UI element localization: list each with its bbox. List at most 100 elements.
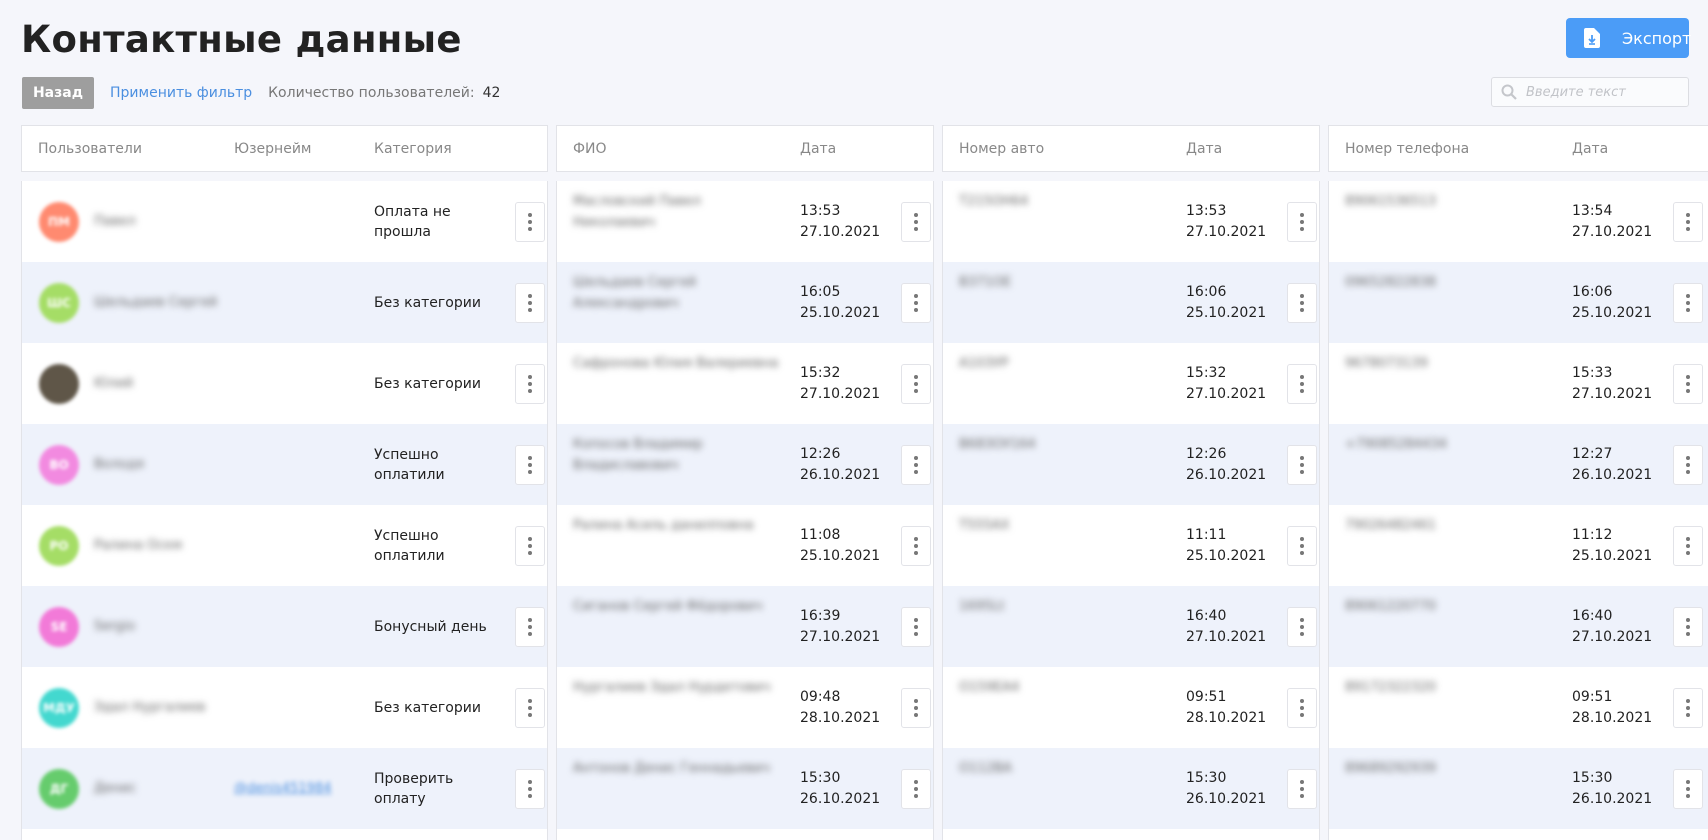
header-category[interactable]: Категория	[374, 141, 452, 157]
table-row[interactable]: Юлий Без категории	[22, 343, 547, 424]
row-menu-button[interactable]	[901, 201, 931, 242]
row-time: 09:51	[1572, 688, 1613, 705]
row-date: 26.10.2021	[1572, 790, 1653, 807]
row-menu-button[interactable]	[515, 363, 545, 404]
row-menu-button[interactable]	[515, 768, 545, 809]
phone-value: +79085284434	[1345, 437, 1447, 452]
row-menu-button[interactable]	[901, 444, 931, 485]
table-row[interactable]: Т215ОН64 13:53 27.10.2021	[943, 181, 1319, 262]
table-row[interactable]: ДГ Денис @denis451984 Проверить оплату	[22, 748, 547, 829]
avatar-initials: МДУ	[43, 700, 75, 715]
table-row[interactable]: А103УР 15:32 27.10.2021	[943, 343, 1319, 424]
table-row[interactable]: +79085284434 12:27 26.10.2021	[1329, 424, 1708, 505]
table-row[interactable]: Копосов Владимир Владиславович 12:26 26.10…	[557, 424, 933, 505]
row-menu-button[interactable]	[901, 525, 931, 566]
row-menu-button[interactable]	[1673, 687, 1703, 728]
table-row[interactable]: Масловский Павел Николаевич 13:53 27.10.20…	[557, 181, 933, 262]
table-row[interactable]: Шельдаев Сергей Александрович 16:05 25.10.…	[557, 262, 933, 343]
dot-icon	[1300, 219, 1304, 224]
table-row[interactable]: 89172322320 09:51 28.10.2021	[1329, 667, 1708, 748]
header-car-date[interactable]: Дата	[1186, 141, 1222, 157]
dot-icon	[1686, 374, 1690, 379]
row-menu-button[interactable]	[1287, 525, 1317, 566]
table-row[interactable]: Сиганов Сергей Фёдорович 16:39 27.10.2021	[557, 586, 933, 667]
row-menu-button[interactable]	[1673, 282, 1703, 323]
row-menu-button[interactable]	[1287, 606, 1317, 647]
table-row[interactable]: 1695Lt 16:40 27.10.2021	[943, 586, 1319, 667]
row-time: 09:51	[1186, 688, 1227, 705]
date-cell: 12:27 26.10.2021	[1572, 444, 1652, 486]
header-phone[interactable]: Номер телефона	[1345, 141, 1469, 157]
table-row[interactable]: 89061220770 16:40 27.10.2021	[1329, 586, 1708, 667]
header-car-number[interactable]: Номер авто	[959, 141, 1044, 157]
row-menu-button[interactable]	[515, 282, 545, 323]
table-row[interactable]: Нургалиев Эдал Нурдетович 09:48 28.10.2021	[557, 667, 933, 748]
back-button[interactable]: Назад	[22, 77, 94, 109]
row-menu-button[interactable]	[1673, 201, 1703, 242]
table-row[interactable]: Ралина Асиль данилповна 11:08 25.10.2021	[557, 505, 933, 586]
row-menu-button[interactable]	[515, 606, 545, 647]
table-row[interactable]: В371ОЕ 16:06 25.10.2021	[943, 262, 1319, 343]
table-row[interactable]: ПМ Павел Оплата не прошла	[22, 181, 547, 262]
row-date: 27.10.2021	[800, 628, 881, 645]
dot-icon	[1686, 550, 1690, 555]
row-menu-button[interactable]	[1287, 687, 1317, 728]
row-menu-button[interactable]	[1673, 525, 1703, 566]
row-menu-button[interactable]	[1287, 768, 1317, 809]
row-menu-button[interactable]	[515, 687, 545, 728]
table-row[interactable]: SE Sergio Бонусный день	[22, 586, 547, 667]
apply-filter-link[interactable]: Применить фильтр	[110, 85, 252, 101]
search-input[interactable]	[1526, 84, 1676, 100]
date-cell: 15:32 27.10.2021	[1186, 363, 1266, 405]
row-menu-button[interactable]	[901, 768, 931, 809]
table-row[interactable]: ШС Шельдаев Сергей Без категории	[22, 262, 547, 343]
table-row[interactable]: О112ВА 15:30 26.10.2021	[943, 748, 1319, 829]
header-phone-date[interactable]: Дата	[1572, 141, 1608, 157]
row-menu-button[interactable]	[1287, 363, 1317, 404]
avatar: ДГ	[39, 768, 79, 809]
row-menu-button[interactable]	[1287, 201, 1317, 242]
row-menu-button[interactable]	[901, 687, 931, 728]
row-menu-button[interactable]	[515, 525, 545, 566]
row-menu-button[interactable]	[515, 201, 545, 242]
row-menu-button[interactable]	[901, 363, 931, 404]
user-category: Без категории	[374, 375, 481, 392]
table-row[interactable]: РО Ралина Оскм Успешно оплатили	[22, 505, 547, 586]
row-menu-button[interactable]	[515, 444, 545, 485]
row-menu-button[interactable]	[1673, 363, 1703, 404]
export-button[interactable]: Экспорт	[1566, 18, 1691, 58]
header-username[interactable]: Юзернейм	[234, 141, 312, 157]
table-row[interactable]: Антонов Денис Геннадьевич 15:30 26.10.2021	[557, 748, 933, 829]
table-row[interactable]: 79026482461 11:12 25.10.2021	[1329, 505, 1708, 586]
row-date: 25.10.2021	[1572, 547, 1653, 564]
row-menu-button[interactable]	[1673, 606, 1703, 647]
table-row[interactable]: О159ЕА4 09:51 28.10.2021	[943, 667, 1319, 748]
row-time: 15:30	[800, 769, 841, 786]
table-row[interactable]: МДУ Эдал Нургалиев Без категории	[22, 667, 547, 748]
row-menu-button[interactable]	[1287, 444, 1317, 485]
row-time: 15:30	[1186, 769, 1227, 786]
header-fio-date[interactable]: Дата	[800, 141, 836, 157]
table-row[interactable]: Сафронова Юлия Валериевна 15:32 27.10.2021	[557, 343, 933, 424]
header-fio[interactable]: ФИО	[573, 141, 607, 157]
users-count-value: 42	[482, 85, 501, 101]
row-time: 16:40	[1186, 607, 1227, 624]
row-menu-button[interactable]	[901, 606, 931, 647]
row-menu-button[interactable]	[1673, 768, 1703, 809]
table-row[interactable]: В683ОУ164 12:26 26.10.2021	[943, 424, 1319, 505]
table-row[interactable]: ВО Володя Успешно оплатили	[22, 424, 547, 505]
row-menu-button[interactable]	[901, 282, 931, 323]
dot-icon	[1300, 779, 1304, 784]
username-link[interactable]: @denis451984	[234, 781, 332, 796]
dot-icon	[1300, 469, 1304, 474]
table-row[interactable]: 89689292939 15:30 26.10.2021	[1329, 748, 1708, 829]
user-name: Юлий	[94, 376, 134, 391]
header-users[interactable]: Пользователи	[38, 141, 142, 157]
table-row[interactable]: 09652822838 16:06 25.10.2021	[1329, 262, 1708, 343]
table-row[interactable]: 89061536513 13:54 27.10.2021	[1329, 181, 1708, 262]
table-row[interactable]: 9678073139 15:33 27.10.2021	[1329, 343, 1708, 424]
row-menu-button[interactable]	[1673, 444, 1703, 485]
dot-icon	[914, 226, 918, 231]
row-menu-button[interactable]	[1287, 282, 1317, 323]
table-row[interactable]: Т555АХ 11:11 25.10.2021	[943, 505, 1319, 586]
